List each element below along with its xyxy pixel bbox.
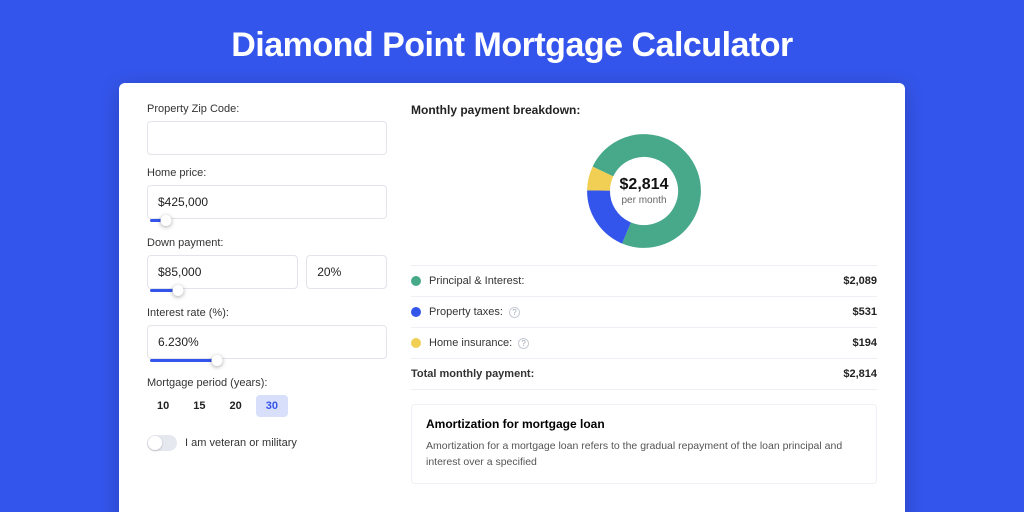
breakdown-row: Property taxes:? $531 xyxy=(411,297,877,328)
period-options: 10152030 xyxy=(147,395,387,417)
donut-chart-wrap: $2,814 per month xyxy=(411,127,877,265)
veteran-toggle-row: I am veteran or military xyxy=(147,435,387,451)
home-price-input[interactable] xyxy=(147,185,387,219)
zip-field: Property Zip Code: xyxy=(147,103,387,155)
down-payment-slider[interactable] xyxy=(147,285,303,295)
donut-center: $2,814 per month xyxy=(584,131,704,251)
results-column: Monthly payment breakdown: $2,814 per mo… xyxy=(411,103,877,484)
legend-dot xyxy=(411,276,421,286)
zip-label: Property Zip Code: xyxy=(147,103,387,115)
breakdown-value: $194 xyxy=(853,337,877,349)
total-label: Total monthly payment: xyxy=(411,368,534,380)
home-price-label: Home price: xyxy=(147,167,387,179)
amortization-section: Amortization for mortgage loan Amortizat… xyxy=(411,404,877,484)
veteran-label: I am veteran or military xyxy=(185,437,297,449)
amortization-text: Amortization for a mortgage loan refers … xyxy=(426,439,862,471)
breakdown-value: $531 xyxy=(853,306,877,318)
legend-dot xyxy=(411,338,421,348)
breakdown-row: Home insurance:? $194 xyxy=(411,328,877,359)
interest-rate-field: Interest rate (%): xyxy=(147,307,387,365)
breakdown-row: Principal & Interest: $2,089 xyxy=(411,266,877,297)
mortgage-period-field: Mortgage period (years): 10152030 xyxy=(147,377,387,417)
toggle-knob xyxy=(148,436,162,450)
calculator-card: Property Zip Code: Home price: Down paym… xyxy=(119,83,905,512)
zip-input[interactable] xyxy=(147,121,387,155)
breakdown-label: Property taxes: xyxy=(429,306,503,318)
legend-dot xyxy=(411,307,421,317)
mortgage-period-label: Mortgage period (years): xyxy=(147,377,387,389)
amortization-title: Amortization for mortgage loan xyxy=(426,417,862,431)
down-payment-label: Down payment: xyxy=(147,237,387,249)
veteran-toggle[interactable] xyxy=(147,435,177,451)
period-option-20[interactable]: 20 xyxy=(220,395,252,417)
breakdown-value: $2,089 xyxy=(843,275,877,287)
down-payment-percent-input[interactable] xyxy=(306,255,387,289)
breakdown-total-row: Total monthly payment: $2,814 xyxy=(411,359,877,390)
period-option-10[interactable]: 10 xyxy=(147,395,179,417)
home-price-slider[interactable] xyxy=(147,215,387,225)
page-title: Diamond Point Mortgage Calculator xyxy=(0,0,1024,83)
slider-thumb[interactable] xyxy=(211,355,222,366)
interest-rate-input[interactable] xyxy=(147,325,387,359)
total-value: $2,814 xyxy=(843,368,877,380)
home-price-field: Home price: xyxy=(147,167,387,225)
inputs-column: Property Zip Code: Home price: Down paym… xyxy=(147,103,387,484)
donut-amount: $2,814 xyxy=(620,176,669,194)
donut-chart: $2,814 per month xyxy=(584,131,704,251)
breakdown-title: Monthly payment breakdown: xyxy=(411,103,877,117)
breakdown-label: Principal & Interest: xyxy=(429,275,524,287)
breakdown-list: Principal & Interest: $2,089 Property taxe… xyxy=(411,265,877,390)
interest-rate-label: Interest rate (%): xyxy=(147,307,387,319)
down-payment-field: Down payment: xyxy=(147,237,387,295)
donut-sublabel: per month xyxy=(621,195,666,206)
slider-thumb[interactable] xyxy=(173,285,184,296)
info-icon[interactable]: ? xyxy=(518,338,529,349)
down-payment-amount-input[interactable] xyxy=(147,255,298,289)
slider-thumb[interactable] xyxy=(161,215,172,226)
interest-rate-slider[interactable] xyxy=(147,355,387,365)
breakdown-label: Home insurance: xyxy=(429,337,512,349)
period-option-15[interactable]: 15 xyxy=(183,395,215,417)
info-icon[interactable]: ? xyxy=(509,307,520,318)
slider-track xyxy=(150,359,220,362)
period-option-30[interactable]: 30 xyxy=(256,395,288,417)
